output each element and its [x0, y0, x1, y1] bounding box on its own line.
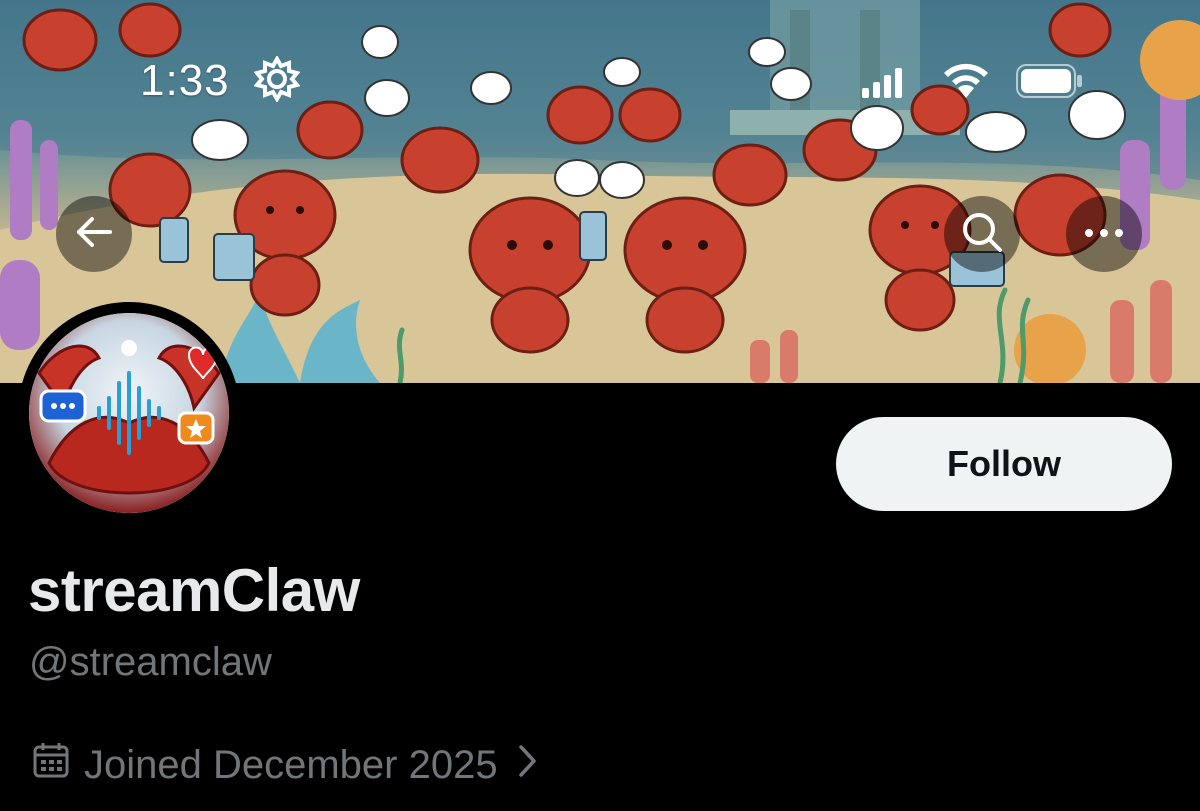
more-horizontal-icon [1084, 225, 1124, 243]
search-button[interactable] [944, 196, 1020, 272]
calendar-icon [32, 741, 70, 789]
follow-button[interactable]: Follow [836, 417, 1172, 511]
wifi-icon [940, 58, 992, 103]
cellular-signal-icon [862, 68, 906, 103]
avatar[interactable] [18, 302, 240, 524]
arrow-left-icon [74, 212, 114, 257]
display-name: streamClaw [28, 557, 360, 624]
search-icon [960, 210, 1004, 259]
gear-icon [253, 54, 301, 107]
battery-icon [1016, 64, 1084, 103]
more-options-button[interactable] [1066, 196, 1142, 272]
user-handle: @streamclaw [29, 640, 272, 684]
avatar-image [29, 313, 229, 513]
back-button[interactable] [56, 196, 132, 272]
joined-date-row[interactable]: Joined December 2025 [32, 741, 538, 789]
status-time: 1:33 [140, 56, 230, 105]
chevron-right-icon [518, 743, 538, 788]
joined-date: Joined December 2025 [84, 742, 498, 787]
